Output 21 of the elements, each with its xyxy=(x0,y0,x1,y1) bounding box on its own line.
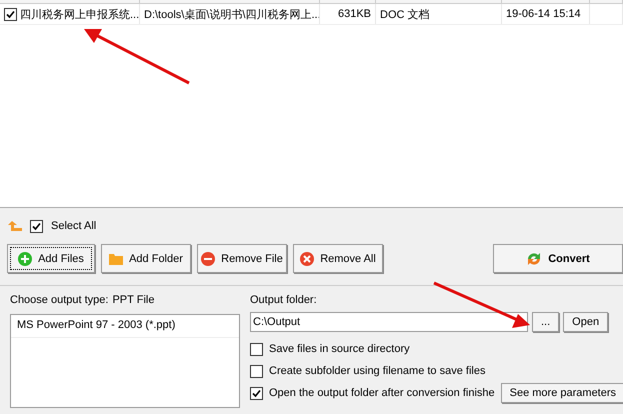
output-type-label: Choose output type: xyxy=(10,294,108,306)
toolbar-button[interactable]: Remove File xyxy=(197,244,287,273)
option-label: Open the output folder after conversion finishe xyxy=(269,387,495,399)
toolbar-button[interactable]: Remove All xyxy=(293,244,383,273)
convert-button[interactable]: Convert xyxy=(493,244,623,273)
toolbar-button[interactable]: Add Files xyxy=(7,244,95,273)
output-type-value: PPT File xyxy=(112,294,154,306)
browse-button[interactable]: ... xyxy=(532,312,560,332)
option-label: Save files in source directory xyxy=(269,343,410,355)
output-folder-label: Output folder: xyxy=(250,294,317,306)
toolbar-button[interactable]: Add Folder xyxy=(101,244,191,273)
more-parameters-button[interactable]: See more parameters xyxy=(500,383,623,403)
table-cell-text: DOC 文档 xyxy=(380,8,430,22)
output-folder-field[interactable]: C:\Output xyxy=(250,312,528,332)
list-item[interactable]: MS PowerPoint 97 - 2003 (*.ppt) xyxy=(11,315,239,338)
option-label: Create subfolder using filename to save files xyxy=(269,365,486,377)
table-cell: 19-06-14 15:14 xyxy=(506,8,581,20)
table-cell-text: 四川税务网上申报系统... xyxy=(20,8,139,22)
table-cell: 631KB xyxy=(338,8,371,20)
open-button[interactable]: Open xyxy=(563,312,608,332)
select-all-label: Select All xyxy=(51,220,96,232)
